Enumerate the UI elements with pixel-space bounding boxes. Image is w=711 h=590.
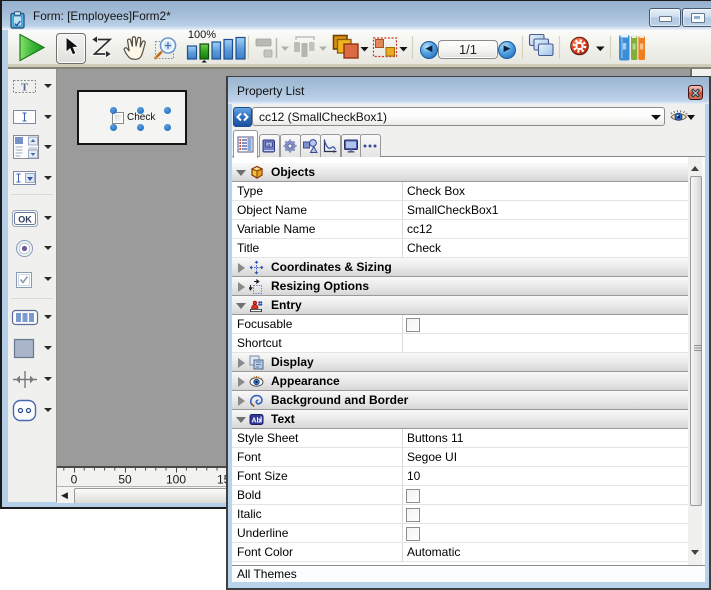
svg-text:OK: OK <box>18 215 32 225</box>
svg-text:Ab: Ab <box>252 418 261 425</box>
svg-text:100: 100 <box>166 473 186 487</box>
svg-text:-o: -o <box>266 142 270 147</box>
svg-text:0: 0 <box>71 473 78 487</box>
svg-text:50: 50 <box>118 473 132 487</box>
svg-text:T: T <box>21 82 29 94</box>
